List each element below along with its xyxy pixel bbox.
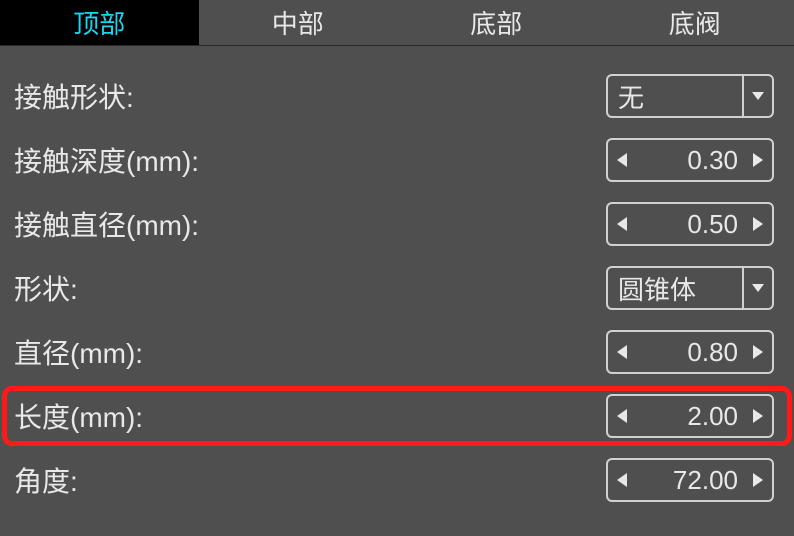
settings-panel: 接触形状: 无 接触深度(mm): 0.30 接触直径(mm): 0.50 形状… <box>0 46 794 512</box>
spinner-value: 0.80 <box>636 337 744 368</box>
spinner-contact-diameter[interactable]: 0.50 <box>606 202 774 246</box>
tab-label: 底部 <box>470 4 522 41</box>
tab-label: 中部 <box>272 4 324 41</box>
spinner-value: 72.00 <box>636 465 744 496</box>
label-angle: 角度: <box>14 460 78 500</box>
tab-top[interactable]: 顶部 <box>0 0 199 45</box>
increase-button[interactable] <box>744 204 772 244</box>
increase-button[interactable] <box>744 332 772 372</box>
spinner-angle[interactable]: 72.00 <box>606 458 774 502</box>
tab-bottom[interactable]: 底部 <box>397 0 596 45</box>
row-shape: 形状: 圆锥体 <box>14 256 780 320</box>
tab-label: 顶部 <box>73 4 125 41</box>
tab-bar: 顶部 中部 底部 底阀 <box>0 0 794 46</box>
row-angle: 角度: 72.00 <box>14 448 780 512</box>
select-contact-shape[interactable]: 无 <box>606 74 774 118</box>
label-diameter: 直径(mm): <box>14 332 143 372</box>
label-contact-depth: 接触深度(mm): <box>14 140 199 180</box>
spinner-value: 0.30 <box>636 145 744 176</box>
select-shape[interactable]: 圆锥体 <box>606 266 774 310</box>
label-length: 长度(mm): <box>14 396 143 436</box>
row-length: 长度(mm): 2.00 <box>14 384 780 448</box>
decrease-button[interactable] <box>608 332 636 372</box>
spinner-contact-depth[interactable]: 0.30 <box>606 138 774 182</box>
tab-bottom-valve[interactable]: 底阀 <box>596 0 794 45</box>
spinner-length[interactable]: 2.00 <box>606 394 774 438</box>
decrease-button[interactable] <box>608 204 636 244</box>
decrease-button[interactable] <box>608 140 636 180</box>
spinner-value: 2.00 <box>636 401 744 432</box>
row-diameter: 直径(mm): 0.80 <box>14 320 780 384</box>
increase-button[interactable] <box>744 460 772 500</box>
label-contact-diameter: 接触直径(mm): <box>14 204 199 244</box>
increase-button[interactable] <box>744 140 772 180</box>
spinner-diameter[interactable]: 0.80 <box>606 330 774 374</box>
chevron-down-icon <box>742 76 772 116</box>
select-value: 无 <box>608 78 742 115</box>
label-contact-shape: 接触形状: <box>14 76 134 116</box>
label-shape: 形状: <box>14 268 78 308</box>
spinner-value: 0.50 <box>636 209 744 240</box>
row-contact-diameter: 接触直径(mm): 0.50 <box>14 192 780 256</box>
increase-button[interactable] <box>744 396 772 436</box>
decrease-button[interactable] <box>608 460 636 500</box>
decrease-button[interactable] <box>608 396 636 436</box>
select-value: 圆锥体 <box>608 270 742 307</box>
chevron-down-icon <box>742 268 772 308</box>
tab-label: 底阀 <box>669 4 721 41</box>
row-contact-shape: 接触形状: 无 <box>14 64 780 128</box>
tab-middle[interactable]: 中部 <box>199 0 398 45</box>
row-contact-depth: 接触深度(mm): 0.30 <box>14 128 780 192</box>
